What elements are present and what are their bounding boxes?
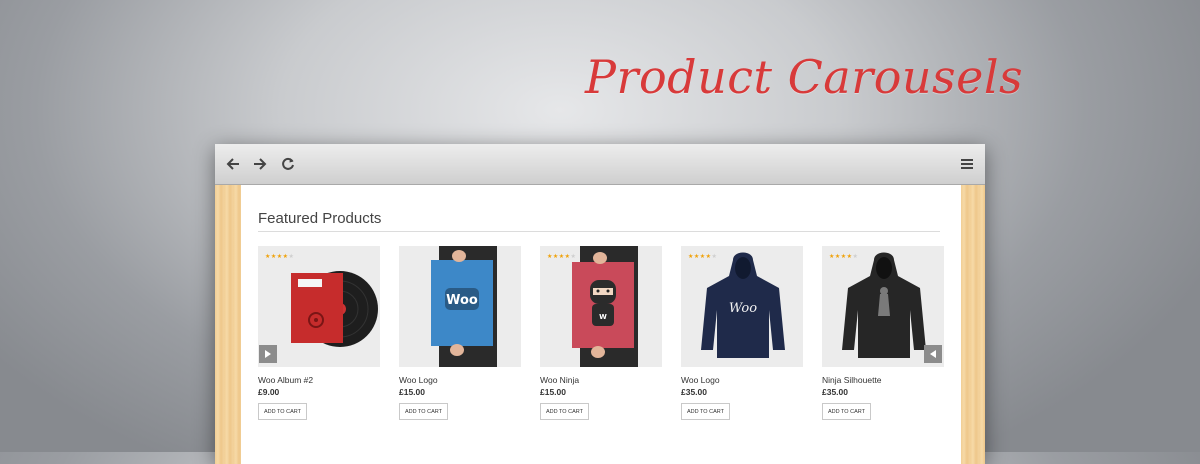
product-price: £15.00: [399, 387, 425, 397]
star-rating: ★★★★★: [688, 254, 718, 260]
carousel-prev-button[interactable]: [924, 345, 942, 363]
play-icon: [265, 350, 271, 358]
arrow-left-icon[interactable]: [223, 154, 243, 174]
product-price: £35.00: [681, 387, 707, 397]
headline: Product Carousels: [585, 50, 1024, 104]
add-to-cart-button[interactable]: ADD TO CART: [399, 403, 448, 420]
product-name[interactable]: Woo Logo: [399, 375, 438, 385]
section-divider: [258, 231, 940, 232]
svg-text:Woo: Woo: [729, 301, 757, 316]
wood-frame-left: [215, 185, 241, 464]
browser-toolbar: [215, 144, 985, 185]
product-name[interactable]: Ninja Silhouette: [822, 375, 882, 385]
page-content: Featured Products ★★★★★ Woo Album #2 £9.…: [241, 185, 961, 464]
section-title: Featured Products: [258, 210, 382, 227]
star-rating: ★★★★★: [547, 254, 577, 260]
product-price: £15.00: [540, 387, 566, 397]
product-name[interactable]: Woo Album #2: [258, 375, 313, 385]
product-name[interactable]: Woo Ninja: [540, 375, 579, 385]
product-image-woo-poster[interactable]: Woo: [399, 246, 521, 367]
wood-frame-right: [961, 185, 985, 464]
add-to-cart-button[interactable]: ADD TO CART: [681, 403, 730, 420]
star-rating: ★★★★★: [265, 254, 295, 260]
browser-window: Featured Products ★★★★★ Woo Album #2 £9.…: [215, 144, 985, 464]
carousel-next-button[interactable]: [259, 345, 277, 363]
product-image-vinyl-album[interactable]: ★★★★★: [258, 246, 380, 367]
add-to-cart-button[interactable]: ADD TO CART: [540, 403, 589, 420]
product-image-navy-hoodie[interactable]: ★★★★★ Woo: [681, 246, 803, 367]
svg-text:W: W: [599, 313, 607, 321]
arrow-right-icon[interactable]: [250, 154, 270, 174]
hamburger-menu-icon[interactable]: [957, 154, 977, 174]
add-to-cart-button[interactable]: ADD TO CART: [822, 403, 871, 420]
product-price: £9.00: [258, 387, 280, 397]
reload-icon[interactable]: [278, 154, 298, 174]
add-to-cart-button[interactable]: ADD TO CART: [258, 403, 307, 420]
back-icon: [930, 350, 936, 358]
product-price: £35.00: [822, 387, 848, 397]
star-rating: ★★★★★: [829, 254, 859, 260]
product-image-black-hoodie[interactable]: ★★★★★: [822, 246, 944, 367]
product-image-ninja-poster[interactable]: ★★★★★ W: [540, 246, 662, 367]
svg-text:Woo: Woo: [446, 293, 478, 308]
product-name[interactable]: Woo Logo: [681, 375, 720, 385]
